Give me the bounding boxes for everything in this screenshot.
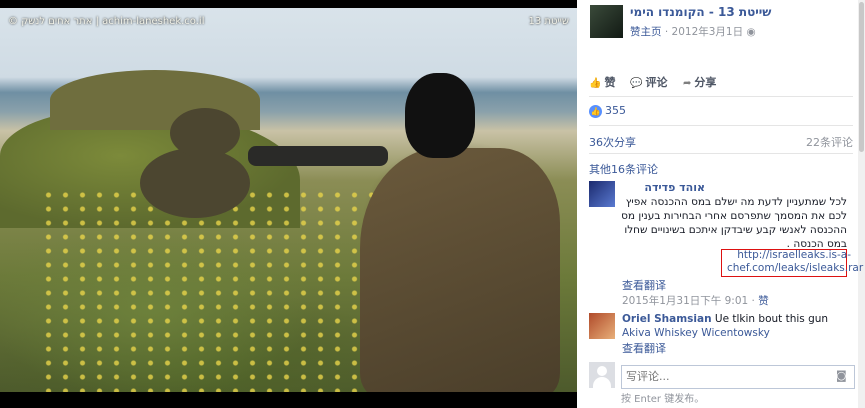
- comment-action-button[interactable]: 💬 评论: [630, 74, 667, 90]
- meta-separator: ·: [664, 26, 672, 38]
- commenter-name[interactable]: Oriel Shamsian: [622, 313, 712, 325]
- share-icon: ➦: [683, 78, 692, 89]
- watermark-right: שייטת 13: [528, 16, 569, 27]
- see-translation-link[interactable]: 查看翻译: [622, 277, 666, 293]
- post-meta: 赞主页 · 2012年3月1日 ◉: [630, 24, 756, 39]
- likes-count-link[interactable]: 👍 355: [589, 104, 626, 118]
- comment-label: 评论: [645, 76, 668, 89]
- page-like-link[interactable]: 赞主页: [630, 26, 662, 38]
- comment-text: Ue tlkin bout this gun: [714, 313, 829, 325]
- see-translation-link[interactable]: 查看翻译: [622, 340, 666, 356]
- meta-separator: ·: [748, 295, 759, 307]
- post-photo[interactable]: © אתר אחים לנשק | achim-laneshek.co.il ש…: [0, 8, 577, 392]
- comments-count: 22条评论: [806, 136, 853, 149]
- share-action-button[interactable]: ➦ 分享: [683, 74, 716, 90]
- avatar-shoulders: [593, 377, 611, 388]
- comment-body: Oriel Shamsian Ue tlkin bout this gun Ak…: [622, 312, 848, 340]
- post-actions: 👍 赞 💬 评论 ➦ 分享: [589, 74, 849, 92]
- my-avatar: [589, 362, 615, 388]
- globe-icon: ◉: [746, 26, 756, 38]
- post-sidebar: שייטת 13 - הקומנדו הימי 赞主页 · 2012年3月1日 …: [577, 0, 865, 408]
- page-avatar[interactable]: [590, 5, 623, 38]
- comment-icon: 💬: [630, 78, 643, 89]
- photo-soldier-body: [360, 148, 560, 392]
- comment-meta: 2015年1月31日下午 9:01 · 赞: [622, 293, 769, 308]
- post-header: שייטת 13 - הקומנדו הימי 赞主页 · 2012年3月1日 …: [590, 5, 850, 39]
- scrollbar-thumb[interactable]: [859, 2, 864, 152]
- comment-input-box[interactable]: ◙: [621, 365, 855, 389]
- avatar-head: [597, 366, 607, 376]
- photo-viewer: © אתר אחים לנשק | achim-laneshek.co.il ש…: [0, 0, 577, 408]
- commenter-avatar[interactable]: [589, 181, 615, 207]
- likes-count: 355: [605, 104, 626, 117]
- like-action-button[interactable]: 👍 赞: [589, 74, 615, 90]
- photo-soldier-head: [405, 73, 475, 158]
- page-name-link[interactable]: שייטת 13 - הקומנדו הימי: [630, 5, 771, 19]
- camera-icon[interactable]: ◙: [836, 369, 850, 383]
- comment-input[interactable]: [622, 366, 826, 386]
- like-badge-icon: 👍: [589, 104, 602, 118]
- enter-hint: 按 Enter 键发布。: [621, 394, 705, 405]
- post-date[interactable]: 2012年3月1日: [672, 26, 744, 38]
- sidebar-scrollbar[interactable]: [858, 0, 865, 408]
- commenter-name[interactable]: אוהד פדידה: [622, 181, 705, 194]
- photo-soldier-front: [320, 68, 560, 392]
- comment-text: לכל שמתעניין לדעת מה ישלם במס ההכנסה אפי…: [621, 196, 847, 250]
- photo-soldier-back: [140, 148, 250, 218]
- mention-link[interactable]: Akiva Whiskey Wicentowsky: [622, 327, 770, 339]
- photo-soldier-back: [170, 108, 240, 158]
- watermark-left: © אתר אחים לנשק | achim-laneshek.co.il: [8, 16, 205, 27]
- actions-divider: [589, 96, 853, 97]
- like-label: 赞: [604, 76, 616, 89]
- comment-link-line1: http://israelleaks.is-a-: [737, 249, 851, 261]
- thumbs-up-icon: 👍: [589, 78, 602, 89]
- share-label: 分享: [694, 76, 717, 89]
- stats-divider: [589, 125, 853, 126]
- comment-like-link[interactable]: 赞: [758, 295, 769, 307]
- shares-count-link[interactable]: 36次分享: [589, 134, 636, 150]
- view-more-comments-link[interactable]: 其他16条评论: [589, 161, 658, 177]
- comment-time[interactable]: 2015年1月31日下午 9:01: [622, 295, 748, 307]
- commenter-avatar[interactable]: [589, 313, 615, 339]
- comment-link-line2: chef.com/leaks/isleaks.rar: [727, 262, 864, 274]
- counts-divider: [589, 153, 853, 154]
- comment-link[interactable]: http://israelleaks.is-a- chef.com/leaks/…: [727, 249, 863, 275]
- photo-rifle: [248, 146, 388, 166]
